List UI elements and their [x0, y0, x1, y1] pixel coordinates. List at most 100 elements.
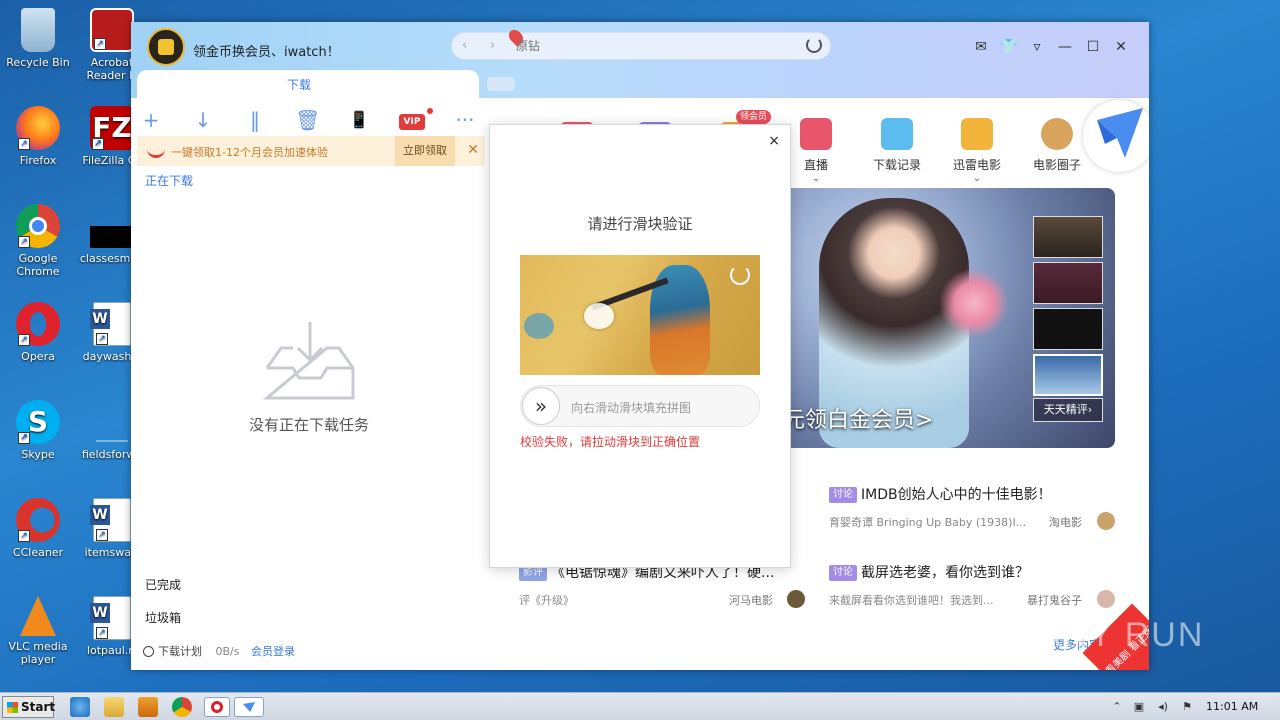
- news-tag: 讨论: [829, 565, 857, 581]
- download-arrow-icon[interactable]: ↓: [191, 108, 215, 132]
- refresh-icon[interactable]: [806, 37, 822, 53]
- vip-notification-dot: [427, 108, 433, 114]
- banner-text: 一键领取1-12个月会员加速体验: [171, 146, 328, 159]
- download-toolbar: + ↓ ‖ 🗑 📱 VIP ···: [131, 104, 487, 136]
- forward-icon[interactable]: ›: [490, 38, 495, 53]
- claim-now-button[interactable]: 立即领取: [395, 136, 455, 166]
- thunder-taskbar-icon[interactable]: [234, 697, 264, 717]
- minimize-icon[interactable]: —: [1055, 38, 1075, 56]
- vip-badge[interactable]: VIP: [399, 114, 425, 130]
- desktop-icon-skype[interactable]: S ↗ Skype: [0, 400, 76, 461]
- captcha-slider-track[interactable]: » 向右滑动滑块填充拼图: [520, 385, 760, 427]
- hero-thumbnail[interactable]: [1033, 308, 1103, 350]
- desktop-icon-firefox[interactable]: ↗ Firefox: [0, 106, 76, 167]
- user-avatar[interactable]: [147, 28, 185, 66]
- banner-close-icon[interactable]: ✕: [467, 142, 479, 158]
- promo-title[interactable]: 领金币换会员、iwatch！: [193, 41, 340, 60]
- network-icon[interactable]: ▣: [1132, 700, 1146, 714]
- chrome-taskbar-icon[interactable]: [172, 697, 192, 717]
- hero-banner[interactable]: 0元领白金会员> 天天精评›: [769, 188, 1115, 448]
- explorer-icon[interactable]: [104, 697, 124, 717]
- blank-file-icon: [90, 400, 134, 444]
- news-tag: 讨论: [829, 487, 857, 503]
- movie-bird-icon: [961, 118, 993, 150]
- hero-thumbnail[interactable]: [1033, 262, 1103, 304]
- tab-download[interactable]: 下载: [137, 70, 479, 100]
- more-icon[interactable]: ···: [453, 108, 477, 132]
- delete-icon[interactable]: 🗑: [295, 108, 320, 132]
- tray-expand-icon[interactable]: ⌃: [1110, 700, 1124, 714]
- filezilla-icon: FZ ↗: [90, 106, 134, 150]
- source-avatar: [787, 590, 805, 608]
- desktop-icon-vlc[interactable]: VLC media player: [0, 596, 76, 666]
- movie-circle-icon: [1041, 118, 1073, 150]
- news-title: IMDB创始人心中的十佳电影！: [861, 487, 1052, 503]
- back-icon[interactable]: ‹: [462, 38, 467, 53]
- black-file-icon: [90, 226, 134, 248]
- empty-tray-icon: [263, 322, 355, 400]
- category-download-history[interactable]: 下载记录: [862, 118, 932, 173]
- xunlei-window: 领金币换会员、iwatch！ ‹ › ✉ 👕 ▿ — ☐ ✕ 下载 + ↓ ‖ …: [131, 22, 1149, 670]
- desktop-icon-label: VLC media player: [8, 640, 68, 666]
- section-downloading[interactable]: 正在下载: [145, 172, 193, 189]
- close-icon[interactable]: ✕: [1111, 38, 1131, 56]
- captcha-close-icon[interactable]: ×: [768, 133, 780, 149]
- volume-icon[interactable]: ◂): [1156, 700, 1170, 714]
- daily-review-link[interactable]: 天天精评›: [1033, 398, 1103, 422]
- news-item[interactable]: 讨论 IMDB创始人心中的十佳电影！: [829, 484, 1052, 504]
- menu-dropdown-icon[interactable]: ▿: [1027, 38, 1047, 56]
- search-input[interactable]: [516, 37, 796, 55]
- thunder-logo-icon: [147, 144, 165, 158]
- member-login-link[interactable]: 会员登录: [251, 645, 295, 658]
- skin-shirt-icon[interactable]: 👕: [999, 38, 1019, 56]
- news-source[interactable]: 河马电影: [729, 592, 773, 608]
- status-footer: 下载计划 0B/s 会员登录: [143, 643, 295, 659]
- phone-icon[interactable]: 📱: [347, 108, 371, 132]
- news-source[interactable]: 淘电影: [1049, 514, 1082, 530]
- category-movie-circle[interactable]: 电影圈子: [1022, 118, 1092, 173]
- thunder-bird-logo[interactable]: [1083, 100, 1149, 172]
- ie-icon[interactable]: [70, 697, 90, 717]
- hero-thumbnail[interactable]: [1033, 216, 1103, 258]
- thunder-bird-icon: [1097, 108, 1143, 158]
- desktop-icon-label: Skype: [21, 448, 55, 461]
- firefox-icon: ↗: [16, 106, 60, 150]
- news-item[interactable]: 讨论 截屏选老婆，看你选到谁？: [829, 562, 1029, 582]
- pause-icon[interactable]: ‖: [243, 108, 267, 132]
- live-icon: [800, 118, 832, 150]
- opera-icon: ↗: [16, 302, 60, 346]
- hero-thumbnail-active[interactable]: [1033, 354, 1103, 396]
- news-source[interactable]: 暴打鬼谷子: [1027, 592, 1082, 608]
- media-player-icon[interactable]: [138, 697, 158, 717]
- add-task-icon[interactable]: +: [139, 108, 163, 132]
- tab-new[interactable]: [487, 77, 515, 91]
- start-button[interactable]: Start: [2, 696, 55, 718]
- action-center-flag-icon[interactable]: ⚑: [1180, 700, 1194, 714]
- news-summary: 育婴奇谭 Bringing Up Baby (1938)I...: [829, 516, 1027, 529]
- clock-icon: [143, 646, 154, 657]
- taskbar-clock[interactable]: 11:01 AM: [1206, 700, 1258, 713]
- section-completed[interactable]: 已完成: [145, 576, 181, 593]
- member-badge: 领会员: [736, 110, 772, 124]
- captcha-slider-knob[interactable]: »: [522, 387, 560, 425]
- opera-taskbar-icon[interactable]: [204, 697, 230, 717]
- category-xunlei-movie[interactable]: 迅雷电影 ⌄: [942, 118, 1012, 184]
- download-plan-link[interactable]: 下载计划: [158, 645, 202, 658]
- news-title: 截屏选老婆，看你选到谁？: [861, 565, 1029, 581]
- puzzle-gap: [584, 303, 614, 329]
- taskbar: Start ⌃ ▣ ◂) ⚑ 11:01 AM: [0, 692, 1280, 720]
- mail-icon[interactable]: ✉: [971, 38, 991, 56]
- maximize-icon[interactable]: ☐: [1083, 38, 1103, 56]
- category-live[interactable]: 直播 ⌄: [781, 118, 851, 184]
- promo-banner: 一键领取1-12个月会员加速体验 立即领取 ✕: [137, 136, 485, 166]
- captcha-error-message: 校验失败，请拉动滑块到正确位置: [520, 435, 701, 449]
- desktop-icon-ccleaner[interactable]: ↗ CCleaner: [0, 498, 76, 559]
- source-avatar: [1097, 590, 1115, 608]
- desktop-icon-recycle-bin[interactable]: Recycle Bin: [0, 8, 76, 69]
- captcha-refresh-icon[interactable]: [730, 265, 750, 285]
- captcha-title: 请进行滑块验证: [587, 215, 693, 233]
- puzzle-piece[interactable]: [524, 313, 554, 339]
- section-trash[interactable]: 垃圾箱: [145, 609, 181, 626]
- desktop-icon-opera[interactable]: ↗ Opera: [0, 302, 76, 363]
- desktop-icon-chrome[interactable]: ↗ Google Chrome: [0, 204, 76, 278]
